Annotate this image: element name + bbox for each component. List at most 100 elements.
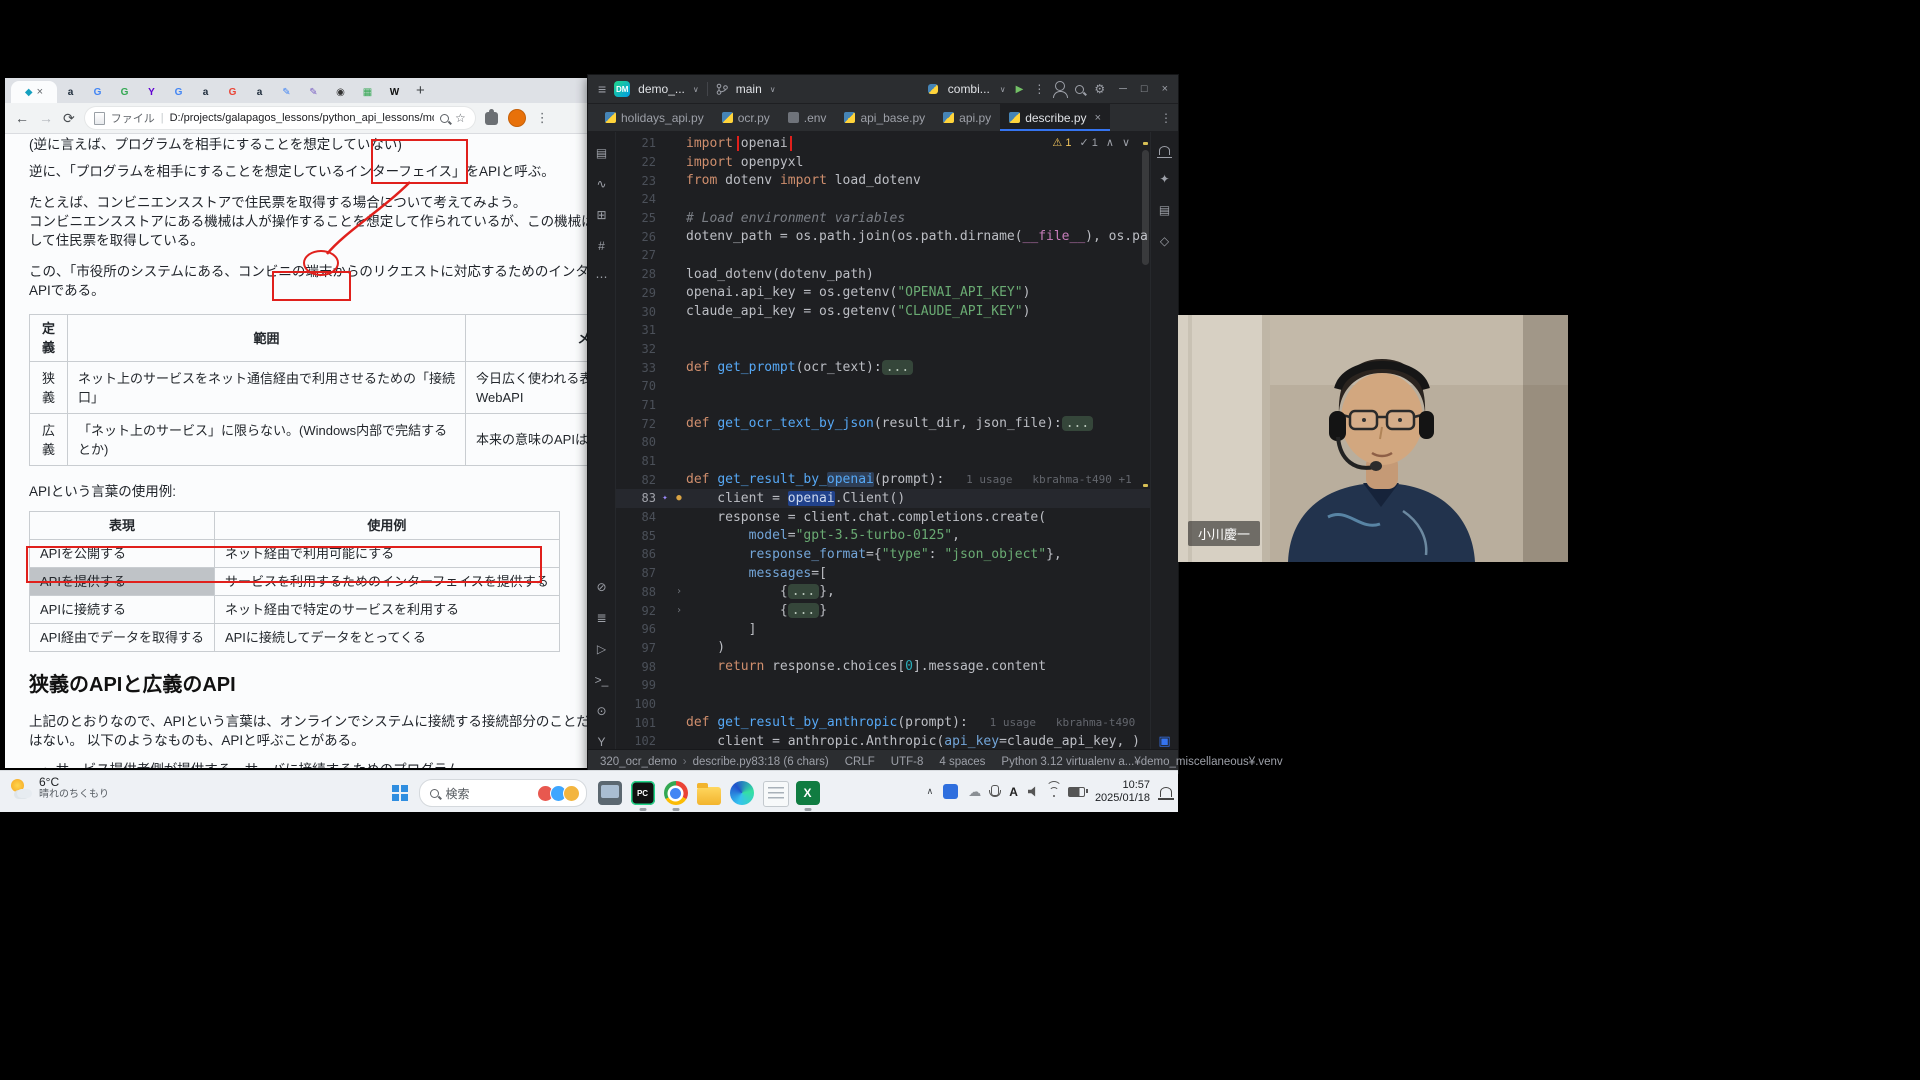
taskbar-app-desktop[interactable] [598,781,622,805]
taskbar-app-pycharm[interactable]: PC [631,781,655,805]
clock-widget[interactable]: 10:57 2025/01/18 [1095,779,1150,805]
extensions-icon[interactable] [485,112,498,125]
editor-scrollbar[interactable] [1142,150,1149,265]
browser-tab[interactable]: G [84,81,111,103]
fold-chevron-icon[interactable]: › [672,605,686,616]
run-config-selector[interactable]: combi... [948,82,990,96]
browser-tab[interactable]: a [246,81,273,103]
taskbar-app-notepad[interactable] [763,781,787,805]
quick-settings[interactable] [1028,786,1085,798]
code-with-me-icon[interactable] [1055,81,1065,91]
code-line[interactable]: 102 client = anthropic.Anthropic(api_key… [616,732,1150,749]
code-line[interactable]: 101def get_result_by_anthropic(prompt): … [616,713,1150,732]
run-tool-icon[interactable]: ▷ [597,642,606,656]
editor-tab[interactable]: holidays_api.py [596,104,713,131]
code-line[interactable]: 70 [616,377,1150,396]
database-panel-icon[interactable]: ▤ [1159,203,1170,217]
browser-tab[interactable]: ✎ [273,81,300,103]
editor-tab[interactable]: api_base.py [835,104,934,131]
zoom-icon[interactable] [440,114,449,123]
hidden-icons-chevron[interactable]: ∧ [927,786,934,797]
more-run-actions-icon[interactable]: ⋮ [1033,82,1045,96]
version-control-icon[interactable]: Y [597,735,605,749]
bookmark-star-icon[interactable]: ☆ [455,111,466,125]
code-line[interactable]: 81 [616,452,1150,471]
code-line[interactable]: 80 [616,433,1150,452]
notifications-panel-icon[interactable]: ◇ [1160,234,1169,248]
python-interpreter[interactable]: Python 3.12 virtualenv a...¥demo_miscell… [1001,756,1282,768]
code-line[interactable]: 27 [616,246,1150,265]
code-line[interactable]: 71 [616,396,1150,415]
close-button[interactable]: × [1162,83,1168,95]
code-line[interactable]: 23from dotenv import load_dotenv [616,171,1150,190]
code-line[interactable]: 86 response_format={"type": "json_object… [616,545,1150,564]
file-encoding[interactable]: UTF-8 [891,756,924,768]
line-separator[interactable]: CRLF [845,756,875,768]
back-icon[interactable]: ← [15,110,29,126]
browser-tab[interactable]: G [165,81,192,103]
code-editor[interactable]: 21import openai22import openpyxl23from d… [616,132,1150,749]
structure-icon[interactable]: # [598,239,605,253]
editor-tab[interactable]: ocr.py [713,104,779,131]
todo-icon[interactable]: ⊙ [596,704,606,718]
run-button[interactable]: ▶ [1016,84,1024,95]
search-everywhere-icon[interactable] [1075,85,1084,94]
code-line[interactable]: 84 response = client.chat.completions.cr… [616,508,1150,527]
profile-avatar[interactable] [508,109,526,127]
address-bar[interactable]: ファイル | D:/projects/galapagos_lessons/pyt… [85,107,475,129]
new-tab-button[interactable]: + [416,78,425,103]
taskbar-app-edge[interactable] [730,781,754,805]
fold-chevron-icon[interactable]: › [672,586,686,597]
code-line[interactable]: 25# Load environment variables [616,209,1150,228]
browser-tab[interactable]: ◉ [327,81,354,103]
start-button[interactable] [392,785,408,801]
browser-tab[interactable]: a [57,81,84,103]
project-folder-icon[interactable]: ▤ [596,146,607,160]
browser-tab[interactable]: ◆× [11,81,57,103]
branch-selector[interactable]: main [736,82,762,96]
weather-widget[interactable]: 6°C 晴れのちくもり [10,776,109,801]
code-line[interactable]: 24 [616,190,1150,209]
taskbar-search[interactable]: 検索 [419,779,587,807]
code-line[interactable]: 83✦● client = openai.Client() [616,489,1150,508]
problems-icon[interactable]: ⊘ [596,580,606,594]
reload-icon[interactable]: ⟳ [63,110,75,127]
code-line[interactable]: 32 [616,340,1150,359]
notification-bell-icon[interactable] [1160,787,1172,797]
code-line[interactable]: 31 [616,321,1150,340]
teams-icon[interactable] [943,784,958,799]
browser-tab[interactable]: G [219,81,246,103]
code-line[interactable]: 96 ] [616,620,1150,639]
code-line[interactable]: 33def get_prompt(ocr_text):... [616,358,1150,377]
indent-style[interactable]: 4 spaces [939,756,985,768]
inspections-widget[interactable]: ⚠ 1 ✓ 1 ∧ ∨ [1052,136,1130,149]
code-line[interactable]: 85 model="gpt-3.5-turbo-0125", [616,526,1150,545]
code-line[interactable]: 99 [616,676,1150,695]
ai-assistant-icon[interactable]: ✦ [1159,172,1169,186]
forward-icon[interactable]: → [39,110,53,126]
pull-requests-icon[interactable]: ⊞ [596,208,606,222]
settings-gear-icon[interactable]: ⚙ [1094,82,1105,96]
intention-bulb-icon[interactable]: ● [672,493,686,503]
tab-options-icon[interactable]: ⋮ [1160,111,1172,125]
code-line[interactable]: 72def get_ocr_text_by_json(result_dir, j… [616,414,1150,433]
taskbar-app-excel[interactable]: X [796,781,820,805]
minimize-button[interactable]: ─ [1119,83,1127,95]
caret-position[interactable]: 83:18 (6 chars) [751,756,828,768]
code-line[interactable]: 82def get_result_by_openai(prompt): 1 us… [616,470,1150,489]
code-line[interactable]: 26dotenv_path = os.path.join(os.path.dir… [616,227,1150,246]
code-line[interactable]: 30claude_api_key = os.getenv("CLAUDE_API… [616,302,1150,321]
taskbar-app-chrome[interactable] [664,781,688,805]
layout-widget-icon[interactable]: ▣ [1158,733,1170,749]
browser-tab[interactable]: Y [138,81,165,103]
code-line[interactable]: 87 messages=[ [616,564,1150,583]
editor-tab[interactable]: describe.py× [1000,104,1110,131]
prev-problem-icon[interactable]: ∧ [1106,136,1114,149]
ime-indicator[interactable]: A [1009,785,1018,799]
code-line[interactable]: 29openai.api_key = os.getenv("OPENAI_API… [616,284,1150,303]
code-line[interactable]: 98 return response.choices[0].message.co… [616,657,1150,676]
code-line[interactable]: 88› {...}, [616,583,1150,602]
code-line[interactable]: 28load_dotenv(dotenv_path) [616,265,1150,284]
next-problem-icon[interactable]: ∨ [1122,136,1130,149]
main-menu-icon[interactable]: ≡ [598,81,606,97]
